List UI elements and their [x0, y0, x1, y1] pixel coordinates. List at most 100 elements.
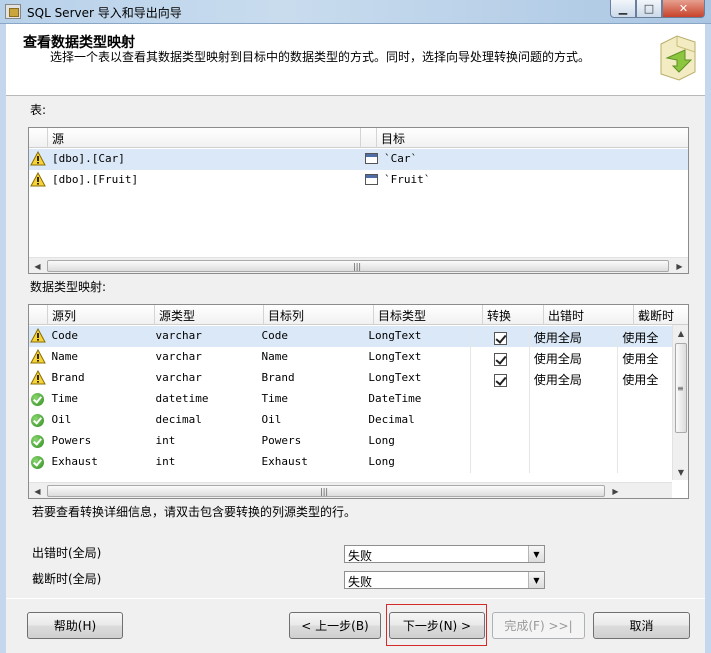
on-error-cell [530, 431, 618, 452]
source-type-cell: varchar [155, 350, 202, 363]
dropdown-arrow-icon[interactable]: ▼ [528, 572, 544, 588]
on-truncate-cell [617, 389, 672, 410]
on-truncate-cell [617, 452, 672, 473]
convert-checkbox[interactable] [493, 332, 507, 345]
header-source-column[interactable]: 源列 [48, 305, 155, 325]
header-source-type[interactable]: 源类型 [155, 305, 264, 325]
close-button[interactable]: ✕ [662, 0, 705, 18]
convert-checkbox[interactable] [493, 353, 507, 366]
scroll-thumb[interactable]: ||| [47, 485, 605, 497]
scroll-up-arrow-icon[interactable]: ▲ [673, 325, 688, 341]
title-bar[interactable]: SQL Server 导入和导出向导 ▁ □ ✕ [0, 0, 711, 24]
mapping-row[interactable]: Brand varchar Brand LongText 使用全局 使用全 [29, 368, 672, 389]
target-type-cell: LongText [368, 371, 422, 384]
convert-cell [470, 452, 530, 473]
on-error-cell: 使用全局 [533, 373, 582, 387]
on-error-global-value: 失败 [348, 549, 373, 563]
convert-cell [470, 410, 530, 431]
mapping-row[interactable]: Name varchar Name LongText 使用全局 使用全 [29, 347, 672, 368]
footer-divider [6, 598, 705, 599]
finish-button: 完成(F) >>| [492, 612, 585, 639]
source-column-cell: Powers [51, 434, 92, 447]
header-source[interactable]: 源 [48, 128, 361, 148]
window-frame-left [0, 24, 6, 653]
cancel-button[interactable]: 取消 [593, 612, 690, 639]
source-table-name: [dbo].[Car] [52, 152, 125, 165]
scroll-right-arrow-icon[interactable]: ▶ [671, 258, 688, 273]
convert-cell [470, 368, 530, 389]
maximize-button[interactable]: □ [636, 0, 662, 18]
target-column-cell: Code [261, 329, 288, 342]
info-text: 若要查看转换详细信息，请双击包含要转换的列源类型的行。 [32, 505, 357, 519]
header-target-type[interactable]: 目标类型 [374, 305, 483, 325]
on-error-global-select[interactable]: 失败 ▼ [344, 545, 545, 563]
tables-grid-header: 源 目标 [29, 128, 688, 148]
source-type-cell: datetime [155, 392, 209, 405]
on-truncate-cell: 使用全 [617, 347, 672, 368]
convert-cell [470, 389, 530, 410]
target-type-cell: LongText [368, 329, 422, 342]
target-column-cell: Oil [261, 413, 282, 426]
table-row[interactable]: [dbo].[Car] `Car` [29, 149, 688, 170]
on-truncate-cell: 使用全 [617, 368, 672, 389]
help-button[interactable]: 帮助(H) [27, 612, 123, 639]
source-column-cell: Name [51, 350, 78, 363]
header-target[interactable]: 目标 [377, 128, 688, 148]
source-type-cell: int [155, 455, 176, 468]
on-error-cell: 使用全局 [533, 352, 582, 366]
source-type-cell: varchar [155, 371, 202, 384]
convert-cell [470, 431, 530, 452]
scroll-left-arrow-icon[interactable]: ◀ [29, 258, 46, 273]
minimize-button[interactable]: ▁ [610, 0, 636, 18]
header-target-column[interactable]: 目标列 [264, 305, 374, 325]
on-truncate-global-value: 失败 [348, 575, 373, 589]
convert-cell [470, 347, 530, 368]
mapping-grid[interactable]: 源列 源类型 目标列 目标类型 转换 出错时 截断时 Code varchar Co… [28, 304, 689, 499]
target-column-cell: Exhaust [261, 455, 308, 468]
source-column-cell: Time [51, 392, 78, 405]
scroll-right-arrow-icon[interactable]: ▶ [607, 483, 624, 498]
window-controls: ▁ □ ✕ [610, 0, 705, 18]
header-on-truncate[interactable]: 截断时 [634, 305, 688, 325]
mapping-row[interactable]: Time datetime Time DateTime [29, 389, 672, 410]
target-type-cell: Decimal [368, 413, 415, 426]
mapping-row[interactable]: Code varchar Code LongText 使用全局 使用全 [29, 326, 672, 347]
target-type-cell: LongText [368, 350, 422, 363]
mapping-horizontal-scrollbar[interactable]: ◀ ||| ▶ [29, 482, 672, 498]
source-column-cell: Code [51, 329, 78, 342]
mapping-row[interactable]: Powers int Powers Long [29, 431, 672, 452]
source-table-name: [dbo].[Fruit] [52, 173, 139, 186]
ok-check-icon [31, 414, 45, 427]
warning-icon [30, 172, 46, 187]
source-column-cell: Exhaust [51, 455, 98, 468]
tables-grid[interactable]: 源 目标 [dbo].[Car] `Car` [dbo].[Fruit] `Fr… [28, 127, 689, 274]
mapping-row[interactable]: Exhaust int Exhaust Long [29, 452, 672, 473]
header-convert[interactable]: 转换 [483, 305, 544, 325]
on-truncate-global-select[interactable]: 失败 ▼ [344, 571, 545, 589]
tables-label: 表: [30, 103, 47, 117]
target-type-cell: DateTime [368, 392, 422, 405]
header-status-column [29, 128, 48, 148]
mapping-row[interactable]: Oil decimal Oil Decimal [29, 410, 672, 431]
on-truncate-cell [617, 431, 672, 452]
header-on-error[interactable]: 出错时 [544, 305, 634, 325]
ok-check-icon [31, 456, 45, 469]
target-column-cell: Brand [261, 371, 295, 384]
warning-icon [29, 328, 46, 343]
tables-horizontal-scrollbar[interactable]: ◀ ||| ▶ [29, 257, 688, 273]
on-truncate-cell: 使用全 [617, 326, 672, 347]
target-table-name: `Fruit` [384, 173, 431, 186]
dropdown-arrow-icon[interactable]: ▼ [528, 546, 544, 562]
scroll-down-arrow-icon[interactable]: ▼ [673, 464, 688, 480]
ok-check-icon [31, 435, 45, 448]
mapping-vertical-scrollbar[interactable]: ▲ ≡ ▼ [672, 325, 688, 480]
back-button[interactable]: < 上一步(B) [289, 612, 381, 639]
scroll-left-arrow-icon[interactable]: ◀ [29, 483, 46, 498]
ok-check-icon [31, 393, 45, 406]
vertical-scroll-thumb[interactable]: ≡ [675, 343, 687, 433]
table-row[interactable]: [dbo].[Fruit] `Fruit` [29, 170, 688, 191]
scroll-thumb[interactable]: ||| [47, 260, 669, 272]
convert-checkbox[interactable] [493, 374, 507, 387]
source-type-cell: varchar [155, 329, 202, 342]
on-error-cell [530, 452, 618, 473]
